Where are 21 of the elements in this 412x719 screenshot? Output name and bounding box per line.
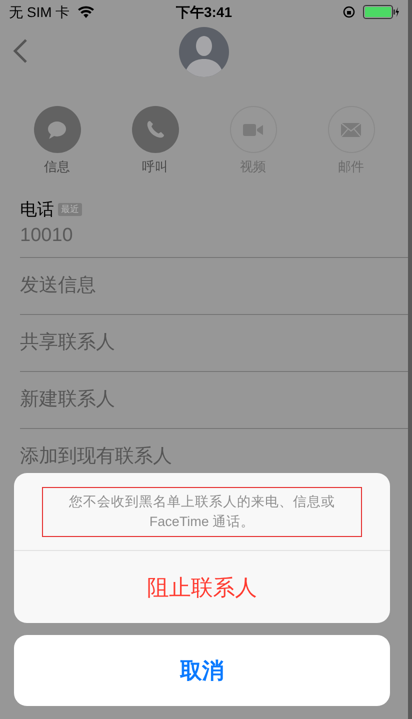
sheet-message: 您不会收到黑名单上联系人的来电、信息或 FaceTime 通话。 [42, 486, 362, 536]
recent-badge: 最近 [58, 202, 82, 216]
block-contact-button[interactable]: 阻止联系人 [14, 551, 390, 623]
battery-icon [363, 5, 399, 19]
action-label: 信息 [44, 158, 70, 176]
phone-number[interactable]: 10010 [20, 222, 408, 258]
avatar-icon [178, 26, 230, 78]
menu-row[interactable]: 共享联系人 [20, 328, 115, 358]
menu-row[interactable]: 添加到现有联系人 [20, 443, 172, 472]
clock-time: 下午3:41 [176, 2, 232, 22]
carrier-label: 无 SIM 卡 [9, 2, 70, 22]
cancel-button[interactable]: 取消 [14, 635, 390, 706]
action-button[interactable] [34, 106, 80, 153]
back-icon[interactable] [12, 38, 28, 64]
action-button[interactable] [132, 106, 178, 153]
action-label: 呼叫 [142, 158, 168, 176]
menu-row[interactable]: 新建联系人 [20, 386, 115, 414]
wifi-icon [78, 6, 94, 18]
field-label: 电话 [20, 198, 54, 220]
orientation-lock-icon [343, 6, 355, 18]
menu-row[interactable]: 发送信息 [20, 272, 96, 300]
